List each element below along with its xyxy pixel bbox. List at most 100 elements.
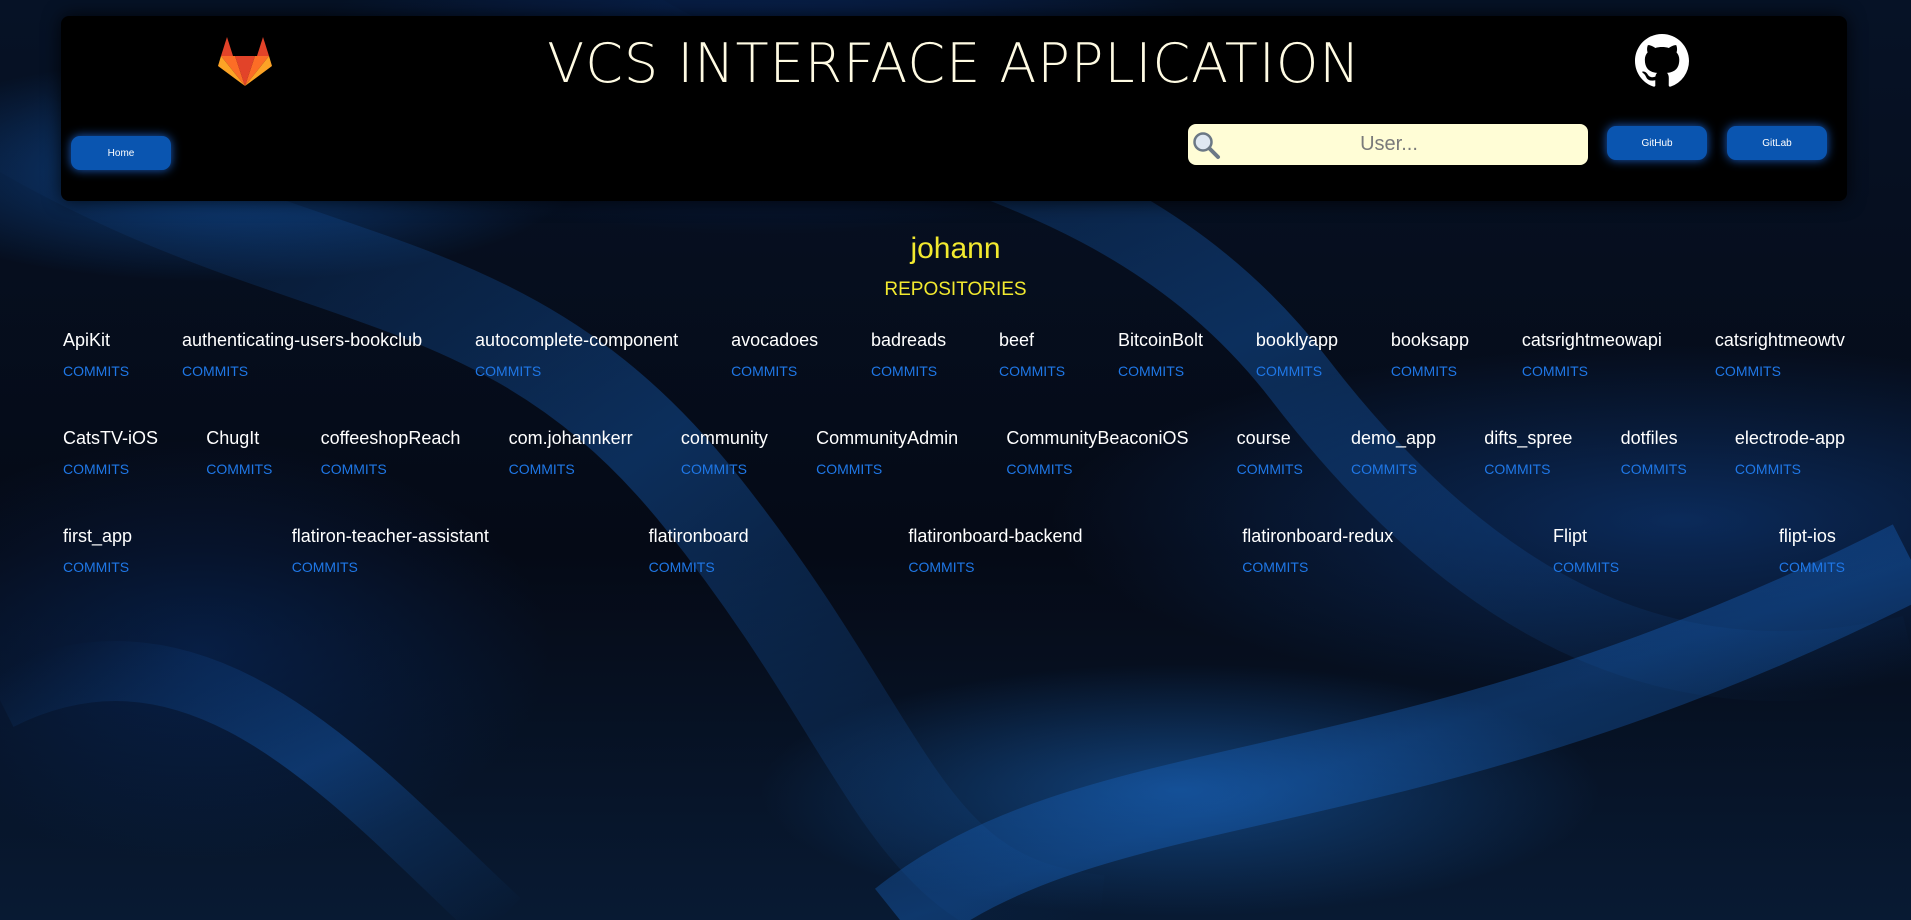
repo-name-link[interactable]: course <box>1237 428 1303 449</box>
repo-name-link[interactable]: CommunityAdmin <box>816 428 958 449</box>
repo-item: CommunityAdmin COMMITS <box>816 428 958 477</box>
commits-link[interactable]: COMMITS <box>871 363 946 379</box>
app-title: VCS INTERFACE APPLICATION <box>547 32 1361 95</box>
commits-link[interactable]: COMMITS <box>1715 363 1845 379</box>
repo-name-link[interactable]: ChugIt <box>206 428 272 449</box>
commits-link[interactable]: COMMITS <box>475 363 678 379</box>
commits-link[interactable]: COMMITS <box>63 461 158 477</box>
repo-item: avocadoes COMMITS <box>731 330 818 379</box>
commits-link[interactable]: COMMITS <box>908 559 1082 575</box>
repo-item: flatironboard-backend COMMITS <box>908 526 1082 575</box>
repo-name-link[interactable]: first_app <box>63 526 132 547</box>
commits-link[interactable]: COMMITS <box>1735 461 1845 477</box>
commits-link[interactable]: COMMITS <box>649 559 749 575</box>
repo-item: badreads COMMITS <box>871 330 946 379</box>
repo-name-link[interactable]: authenticating-users-bookclub <box>182 330 422 351</box>
repo-name-link[interactable]: BitcoinBolt <box>1118 330 1203 351</box>
user-search-input[interactable] <box>1222 132 1556 157</box>
repo-item: flatironboard-redux COMMITS <box>1242 526 1393 575</box>
top-header: VCS INTERFACE APPLICATION Home GitHub Gi… <box>61 16 1847 201</box>
repo-item: booklyapp COMMITS <box>1256 330 1338 379</box>
repo-item: beef COMMITS <box>999 330 1065 379</box>
repo-name-link[interactable]: flipt-ios <box>1779 526 1845 547</box>
repo-name-link[interactable]: CatsTV-iOS <box>63 428 158 449</box>
repo-name-link[interactable]: coffeeshopReach <box>321 428 461 449</box>
commits-link[interactable]: COMMITS <box>1553 559 1619 575</box>
commits-link[interactable]: COMMITS <box>292 559 489 575</box>
repo-name-link[interactable]: difts_spree <box>1484 428 1572 449</box>
repo-name-link[interactable]: flatironboard-redux <box>1242 526 1393 547</box>
repo-item: dotfiles COMMITS <box>1621 428 1687 477</box>
commits-link[interactable]: COMMITS <box>1256 363 1338 379</box>
commits-link[interactable]: COMMITS <box>1391 363 1469 379</box>
commits-link[interactable]: COMMITS <box>1242 559 1393 575</box>
commits-link[interactable]: COMMITS <box>1484 461 1572 477</box>
repo-row-3: first_app COMMITS flatiron-teacher-assista… <box>63 526 1845 575</box>
repo-name-link[interactable]: autocomplete-component <box>475 330 678 351</box>
repo-name-link[interactable]: demo_app <box>1351 428 1436 449</box>
repo-item: demo_app COMMITS <box>1351 428 1436 477</box>
repo-item: ChugIt COMMITS <box>206 428 272 477</box>
repo-item: flatiron-teacher-assistant COMMITS <box>292 526 489 575</box>
commits-link[interactable]: COMMITS <box>999 363 1065 379</box>
commits-link[interactable]: COMMITS <box>1006 461 1188 477</box>
repo-item: autocomplete-component COMMITS <box>475 330 678 379</box>
repo-name-link[interactable]: community <box>681 428 768 449</box>
repo-item: BitcoinBolt COMMITS <box>1118 330 1203 379</box>
commits-link[interactable]: COMMITS <box>1351 461 1436 477</box>
repo-name-link[interactable]: com.johannkerr <box>509 428 633 449</box>
repo-item: community COMMITS <box>681 428 768 477</box>
commits-link[interactable]: COMMITS <box>206 461 272 477</box>
commits-link[interactable]: COMMITS <box>1118 363 1203 379</box>
repo-name-link[interactable]: flatironboard <box>649 526 749 547</box>
commits-link[interactable]: COMMITS <box>63 363 129 379</box>
repo-item: Flipt COMMITS <box>1553 526 1619 575</box>
repo-item: booksapp COMMITS <box>1391 330 1469 379</box>
commits-link[interactable]: COMMITS <box>321 461 461 477</box>
repo-name-link[interactable]: electrode-app <box>1735 428 1845 449</box>
gitlab-button[interactable]: GitLab <box>1727 126 1827 160</box>
repo-item: coffeeshopReach COMMITS <box>321 428 461 477</box>
commits-link[interactable]: COMMITS <box>1237 461 1303 477</box>
github-button[interactable]: GitHub <box>1607 126 1707 160</box>
commits-link[interactable]: COMMITS <box>509 461 633 477</box>
commits-link[interactable]: COMMITS <box>816 461 958 477</box>
repo-name-link[interactable]: catsrightmeowapi <box>1522 330 1662 351</box>
commits-link[interactable]: COMMITS <box>1779 559 1845 575</box>
home-button[interactable]: Home <box>71 136 171 170</box>
repo-name-link[interactable]: catsrightmeowtv <box>1715 330 1845 351</box>
repo-item: course COMMITS <box>1237 428 1303 477</box>
commits-link[interactable]: COMMITS <box>182 363 422 379</box>
commits-link[interactable]: COMMITS <box>1621 461 1687 477</box>
username-heading: johann <box>910 232 1001 265</box>
repo-name-link[interactable]: ApiKit <box>63 330 129 351</box>
repo-name-link[interactable]: badreads <box>871 330 946 351</box>
repo-name-link[interactable]: CommunityBeaconiOS <box>1006 428 1188 449</box>
commits-link[interactable]: COMMITS <box>63 559 132 575</box>
commits-link[interactable]: COMMITS <box>1522 363 1662 379</box>
repo-item: flatironboard COMMITS <box>649 526 749 575</box>
repo-name-link[interactable]: booksapp <box>1391 330 1469 351</box>
repo-name-link[interactable]: flatiron-teacher-assistant <box>292 526 489 547</box>
repo-name-link[interactable]: dotfiles <box>1621 428 1687 449</box>
repo-item: electrode-app COMMITS <box>1735 428 1845 477</box>
repo-item: flipt-ios COMMITS <box>1779 526 1845 575</box>
repo-row-2: CatsTV-iOS COMMITS ChugIt COMMITS coffeeshop… <box>63 428 1845 477</box>
commits-link[interactable]: COMMITS <box>681 461 768 477</box>
github-logo-icon <box>1635 34 1689 87</box>
repo-item: catsrightmeowtv COMMITS <box>1715 330 1845 379</box>
repo-item: first_app COMMITS <box>63 526 132 575</box>
user-search <box>1188 124 1588 165</box>
repo-name-link[interactable]: flatironboard-backend <box>908 526 1082 547</box>
commits-link[interactable]: COMMITS <box>731 363 818 379</box>
repo-name-link[interactable]: booklyapp <box>1256 330 1338 351</box>
repo-item: authenticating-users-bookclub COMMITS <box>182 330 422 379</box>
repo-item: ApiKit COMMITS <box>63 330 129 379</box>
repo-row-1: ApiKit COMMITS authenticating-users-bookcl… <box>63 330 1845 379</box>
repo-name-link[interactable]: beef <box>999 330 1065 351</box>
repositories-heading: REPOSITORIES <box>884 279 1027 300</box>
search-icon <box>1193 131 1220 159</box>
repo-name-link[interactable]: Flipt <box>1553 526 1619 547</box>
repo-item: CommunityBeaconiOS COMMITS <box>1006 428 1188 477</box>
repo-name-link[interactable]: avocadoes <box>731 330 818 351</box>
